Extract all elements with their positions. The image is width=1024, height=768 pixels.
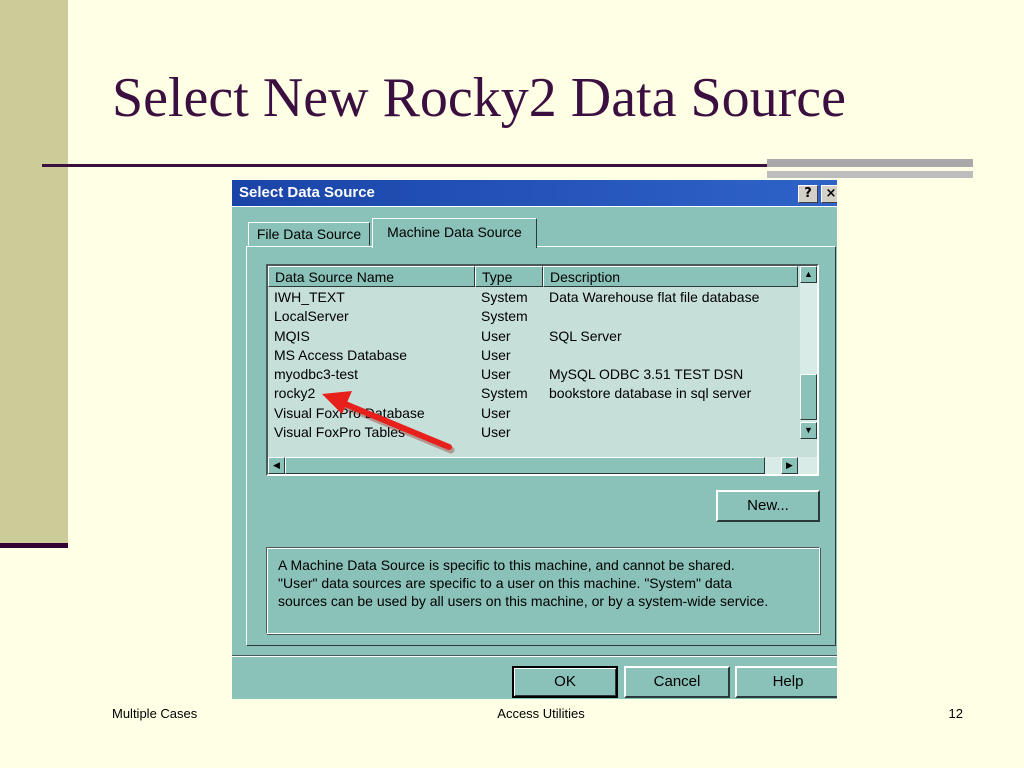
dialog-separator <box>232 655 837 657</box>
list-item[interactable]: Visual FoxPro Database User <box>268 404 798 423</box>
cell-type: System <box>481 308 528 325</box>
cell-type: User <box>481 346 511 363</box>
cell-type: User <box>481 366 511 383</box>
scroll-right-icon[interactable]: ▶ <box>781 457 798 474</box>
cell-type: System <box>481 385 528 402</box>
cancel-button[interactable]: Cancel <box>624 666 730 698</box>
cell-description: SQL Server <box>549 327 622 344</box>
slide-title: Select New Rocky2 Data Source <box>112 67 846 129</box>
tab-machine-data-source[interactable]: Machine Data Source <box>372 218 537 248</box>
column-header-name[interactable]: Data Source Name <box>268 266 475 287</box>
cell-type: User <box>481 424 511 441</box>
list-item[interactable]: myodbc3-test User MySQL ODBC 3.51 TEST DSN <box>268 365 798 384</box>
info-text-box: A Machine Data Source is specific to thi… <box>266 547 820 634</box>
data-source-list[interactable]: Data Source Name Type Description IWH_TE… <box>266 264 819 476</box>
ok-button[interactable]: OK <box>512 666 618 698</box>
title-underline <box>42 164 784 167</box>
page-number: 12 <box>948 706 963 721</box>
horizontal-scrollbar[interactable]: ◀ ▶ <box>268 457 817 474</box>
list-item[interactable]: rocky2 System bookstore database in sql se… <box>268 384 798 403</box>
dialog-title: Select Data Source <box>239 184 375 201</box>
close-icon[interactable]: × <box>821 185 837 203</box>
vertical-scroll-thumb[interactable] <box>800 374 817 420</box>
help-icon[interactable]: ? <box>798 185 818 203</box>
new-data-source-button[interactable]: New... <box>716 490 820 522</box>
scroll-left-icon[interactable]: ◀ <box>268 457 285 474</box>
vertical-scrollbar[interactable]: ▲ ▼ <box>800 266 817 439</box>
cell-description: MySQL ODBC 3.51 TEST DSN <box>549 366 744 383</box>
column-header-description[interactable]: Description <box>543 266 798 287</box>
cell-name: LocalServer <box>274 308 349 325</box>
cell-name: Visual FoxPro Tables <box>274 424 405 441</box>
list-item[interactable]: LocalServer System <box>268 307 798 326</box>
title-underline-accent-lower <box>767 171 973 178</box>
cell-name: IWH_TEXT <box>274 289 345 305</box>
list-header: Data Source Name Type Description <box>268 266 798 287</box>
column-header-type[interactable]: Type <box>475 266 543 287</box>
tab-file-data-source[interactable]: File Data Source <box>248 222 370 246</box>
left-decor-rule <box>0 543 68 548</box>
cell-name: rocky2 <box>274 385 316 402</box>
title-underline-accent <box>767 159 973 167</box>
cell-description: Data Warehouse flat file database <box>549 289 760 305</box>
cell-type: User <box>481 404 511 421</box>
horizontal-scroll-thumb[interactable] <box>285 457 765 474</box>
list-item[interactable]: MS Access Database User <box>268 346 798 365</box>
cell-name: myodbc3-test <box>274 366 359 383</box>
cell-name: MQIS <box>274 327 310 344</box>
footer-center: Access Utilities <box>497 706 585 721</box>
cell-type: System <box>481 289 528 305</box>
list-item[interactable]: Visual FoxPro Tables User <box>268 423 798 442</box>
left-decor-bar <box>0 0 68 547</box>
list-rows: IWH_TEXT System Data Warehouse flat file d… <box>268 288 798 442</box>
cell-name: MS Access Database <box>274 346 408 363</box>
scroll-down-icon[interactable]: ▼ <box>800 422 817 439</box>
help-button[interactable]: Help <box>735 666 837 698</box>
scroll-up-icon[interactable]: ▲ <box>800 266 817 283</box>
list-item[interactable]: MQIS User SQL Server <box>268 327 798 346</box>
dialog-frame-edge <box>232 206 837 207</box>
list-item[interactable]: IWH_TEXT System Data Warehouse flat file d… <box>268 288 798 307</box>
cell-type: User <box>481 327 511 344</box>
cell-description: bookstore database in sql server <box>549 385 752 402</box>
select-data-source-dialog: Select Data Source ? × File Data Source … <box>232 180 837 699</box>
dialog-titlebar[interactable]: Select Data Source ? × <box>232 180 837 206</box>
cell-name: Visual FoxPro Database <box>274 404 425 421</box>
